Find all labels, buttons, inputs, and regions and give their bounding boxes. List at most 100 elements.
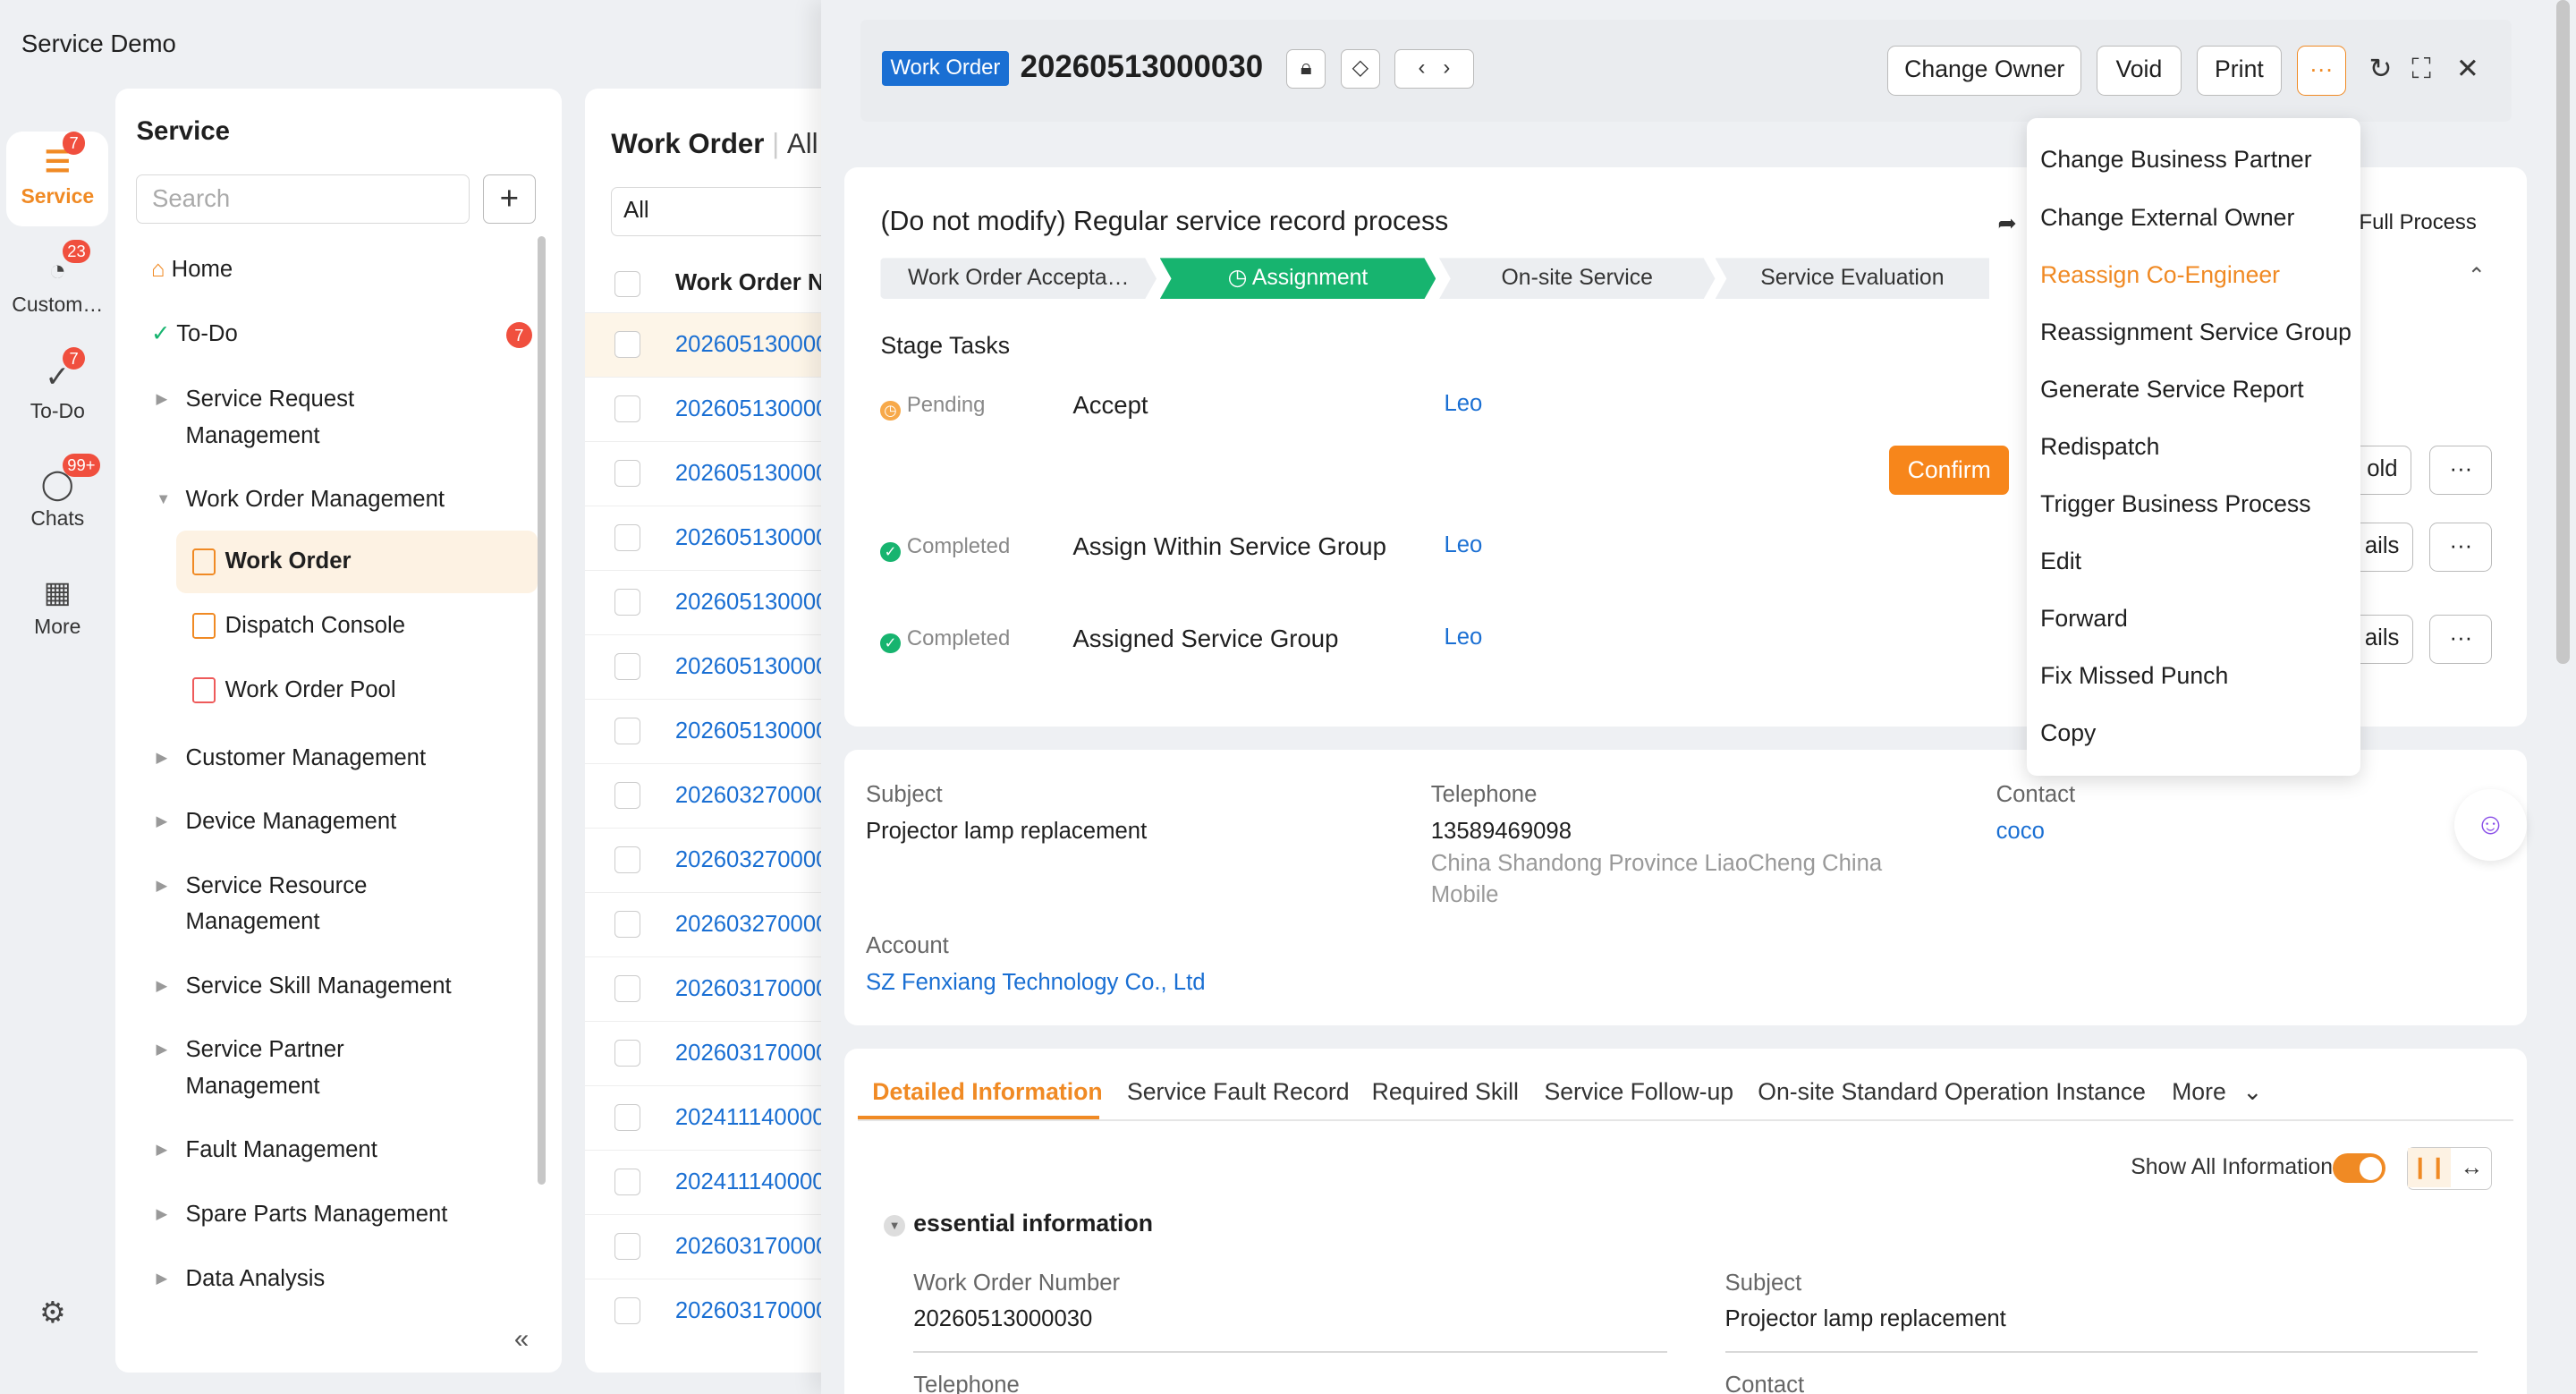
table-row[interactable]: 202603170000 xyxy=(584,956,848,1021)
nav-dispatch-console[interactable]: Dispatch Console xyxy=(176,595,538,658)
work-order-link[interactable]: 202605130000 xyxy=(675,654,829,679)
work-order-link[interactable]: 202603270000 xyxy=(675,912,829,937)
tab-more[interactable]: More ⌄ xyxy=(2172,1078,2262,1106)
chevron-right-icon[interactable]: › xyxy=(1443,55,1450,80)
nav-spare-parts-management[interactable]: ▶ Spare Parts Management xyxy=(156,1196,447,1232)
nav-work-order-management[interactable]: ▼ Work Order Management xyxy=(156,481,445,517)
task-user[interactable]: Leo xyxy=(1444,532,1482,558)
work-order-link[interactable]: 202605130000 xyxy=(675,396,829,421)
nav-service-partner-management[interactable]: ▶ Service Partner Management xyxy=(156,1032,343,1104)
close-icon[interactable]: ✕ xyxy=(2456,53,2479,85)
contact-value[interactable]: coco xyxy=(1996,819,2045,845)
task-more-button[interactable]: ··· xyxy=(2429,614,2493,665)
expand-width-icon[interactable]: ↔ xyxy=(2451,1148,2494,1187)
table-row[interactable]: 202605130000 xyxy=(584,569,848,634)
table-row[interactable]: 202605130000 xyxy=(584,311,848,377)
work-order-link[interactable]: 202605130000 xyxy=(675,590,829,615)
refresh-icon[interactable]: ↻ xyxy=(2369,53,2393,85)
table-row[interactable]: 202603270000 xyxy=(584,827,848,892)
rail-item-todo[interactable]: ✓ 7 To-Do xyxy=(6,346,108,443)
work-order-link[interactable]: 202605130000 xyxy=(675,332,829,357)
menu-item[interactable]: Reassignment Service Group xyxy=(2040,319,2351,346)
table-row[interactable]: 202603270000 xyxy=(584,891,848,956)
work-order-link[interactable]: 202605130000 xyxy=(675,525,829,550)
table-row[interactable]: 202605130000 xyxy=(584,440,848,506)
tab-service-fault-record[interactable]: Service Fault Record xyxy=(1127,1078,1350,1106)
task-user[interactable]: Leo xyxy=(1444,625,1482,650)
expand-icon[interactable]: ⛶ xyxy=(2411,53,2431,86)
columns-icon[interactable]: ❙❙ xyxy=(2407,1148,2451,1188)
more-actions-button[interactable]: ··· xyxy=(2296,46,2346,96)
account-value[interactable]: SZ Fenxiang Technology Co., Ltd xyxy=(866,970,1206,996)
nav-work-order[interactable]: Work Order xyxy=(175,531,538,594)
work-order-link[interactable]: 202605130000 xyxy=(675,718,829,744)
work-order-link[interactable]: 202411140000 xyxy=(675,1105,826,1130)
work-order-link[interactable]: 202603270000 xyxy=(675,847,829,872)
rail-item-customer[interactable]: ◔ 23 Custom… xyxy=(6,240,108,336)
chevron-left-icon[interactable]: ‹ xyxy=(1419,55,1426,80)
rail-item-service[interactable]: ☰ 7 Service xyxy=(6,131,109,227)
nav-fault-management[interactable]: ▶ Fault Management xyxy=(156,1132,377,1168)
filter-select[interactable]: All xyxy=(611,187,848,237)
table-row[interactable]: 202605130000 xyxy=(584,376,848,441)
nav-service-resource-management[interactable]: ▶ Service Resource Management xyxy=(156,868,367,940)
nav-work-order-pool[interactable]: Work Order Pool xyxy=(176,659,538,722)
row-checkbox[interactable] xyxy=(614,1040,641,1067)
section-heading[interactable]: ▼ essential information xyxy=(884,1210,1153,1237)
row-checkbox[interactable] xyxy=(614,782,641,809)
menu-item[interactable]: Forward xyxy=(2040,605,2128,633)
table-row[interactable]: 202605130000 xyxy=(584,505,848,570)
row-checkbox[interactable] xyxy=(614,846,641,873)
tab-service-follow-up[interactable]: Service Follow-up xyxy=(1544,1078,1733,1106)
collapse-icon[interactable]: « xyxy=(514,1324,529,1355)
work-order-link[interactable]: 202603170000 xyxy=(675,976,829,1001)
nav-todo[interactable]: ✓ To-Do xyxy=(151,316,238,352)
nav-customer-management[interactable]: ▶ Customer Management xyxy=(156,740,426,776)
add-button[interactable]: + xyxy=(482,174,536,224)
task-user[interactable]: Leo xyxy=(1444,391,1482,417)
work-order-link[interactable]: 202603170000 xyxy=(675,1041,829,1066)
tab-detailed-information[interactable]: Detailed Information xyxy=(872,1078,1102,1106)
nav-device-management[interactable]: ▶ Device Management xyxy=(156,803,396,839)
menu-item[interactable]: Edit xyxy=(2040,548,2081,575)
menu-item[interactable]: Change Business Partner xyxy=(2040,146,2311,174)
menu-item[interactable]: Fix Missed Punch xyxy=(2040,662,2228,690)
work-order-link[interactable]: 202411140000 xyxy=(675,1169,826,1194)
tab-required-skill[interactable]: Required Skill xyxy=(1372,1078,1519,1106)
assistant-bot-icon[interactable]: ☺ xyxy=(2454,788,2527,862)
table-row[interactable]: 202411140000 xyxy=(584,1084,848,1150)
void-button[interactable]: Void xyxy=(2096,46,2182,96)
row-checkbox[interactable] xyxy=(614,524,641,551)
stage-onsite[interactable]: On-site Service xyxy=(1439,258,1716,299)
work-order-link[interactable]: 202603270000 xyxy=(675,783,829,808)
nav-service-request-management[interactable]: ▶ Service Request Management xyxy=(156,381,354,454)
rail-item-chats[interactable]: ◯ 99+ Chats xyxy=(6,453,108,549)
collapse-up-icon[interactable]: ⌃ xyxy=(2468,263,2486,289)
menu-item[interactable]: Generate Service Report xyxy=(2040,376,2304,404)
table-row[interactable]: 202411140000 xyxy=(584,1149,848,1214)
menu-item[interactable]: Reassign Co-Engineer xyxy=(2040,261,2280,289)
table-row[interactable]: 202603170000 xyxy=(584,1213,848,1279)
table-row[interactable]: 202605130000 xyxy=(584,698,848,763)
row-checkbox[interactable] xyxy=(614,460,641,487)
nav-scrollbar[interactable] xyxy=(537,236,546,1186)
row-checkbox[interactable] xyxy=(614,1297,641,1324)
menu-item[interactable]: Trigger Business Process xyxy=(2040,490,2310,518)
row-checkbox[interactable] xyxy=(614,653,641,680)
gear-icon[interactable]: ⚙ xyxy=(39,1295,66,1330)
row-checkbox[interactable] xyxy=(614,331,641,358)
confirm-button[interactable]: Confirm xyxy=(1889,445,2010,495)
table-row[interactable]: 202603170000 xyxy=(584,1020,848,1085)
layout-switch[interactable]: ❙❙ ↔ xyxy=(2406,1147,2494,1190)
search-input[interactable]: Search xyxy=(136,174,470,224)
table-row[interactable]: 202603170000 xyxy=(584,1278,848,1343)
row-checkbox[interactable] xyxy=(614,911,641,938)
list-view[interactable]: All xyxy=(787,128,818,159)
menu-item[interactable]: Redispatch xyxy=(2040,433,2159,461)
row-checkbox[interactable] xyxy=(614,975,641,1002)
nav-data-analysis[interactable]: ▶ Data Analysis xyxy=(156,1261,325,1296)
task-more-button[interactable]: ··· xyxy=(2429,445,2493,495)
work-order-link[interactable]: 202603170000 xyxy=(675,1298,829,1323)
stage-assignment[interactable]: ◷ Assignment xyxy=(1160,258,1436,299)
work-order-link[interactable]: 202605130000 xyxy=(675,461,829,486)
